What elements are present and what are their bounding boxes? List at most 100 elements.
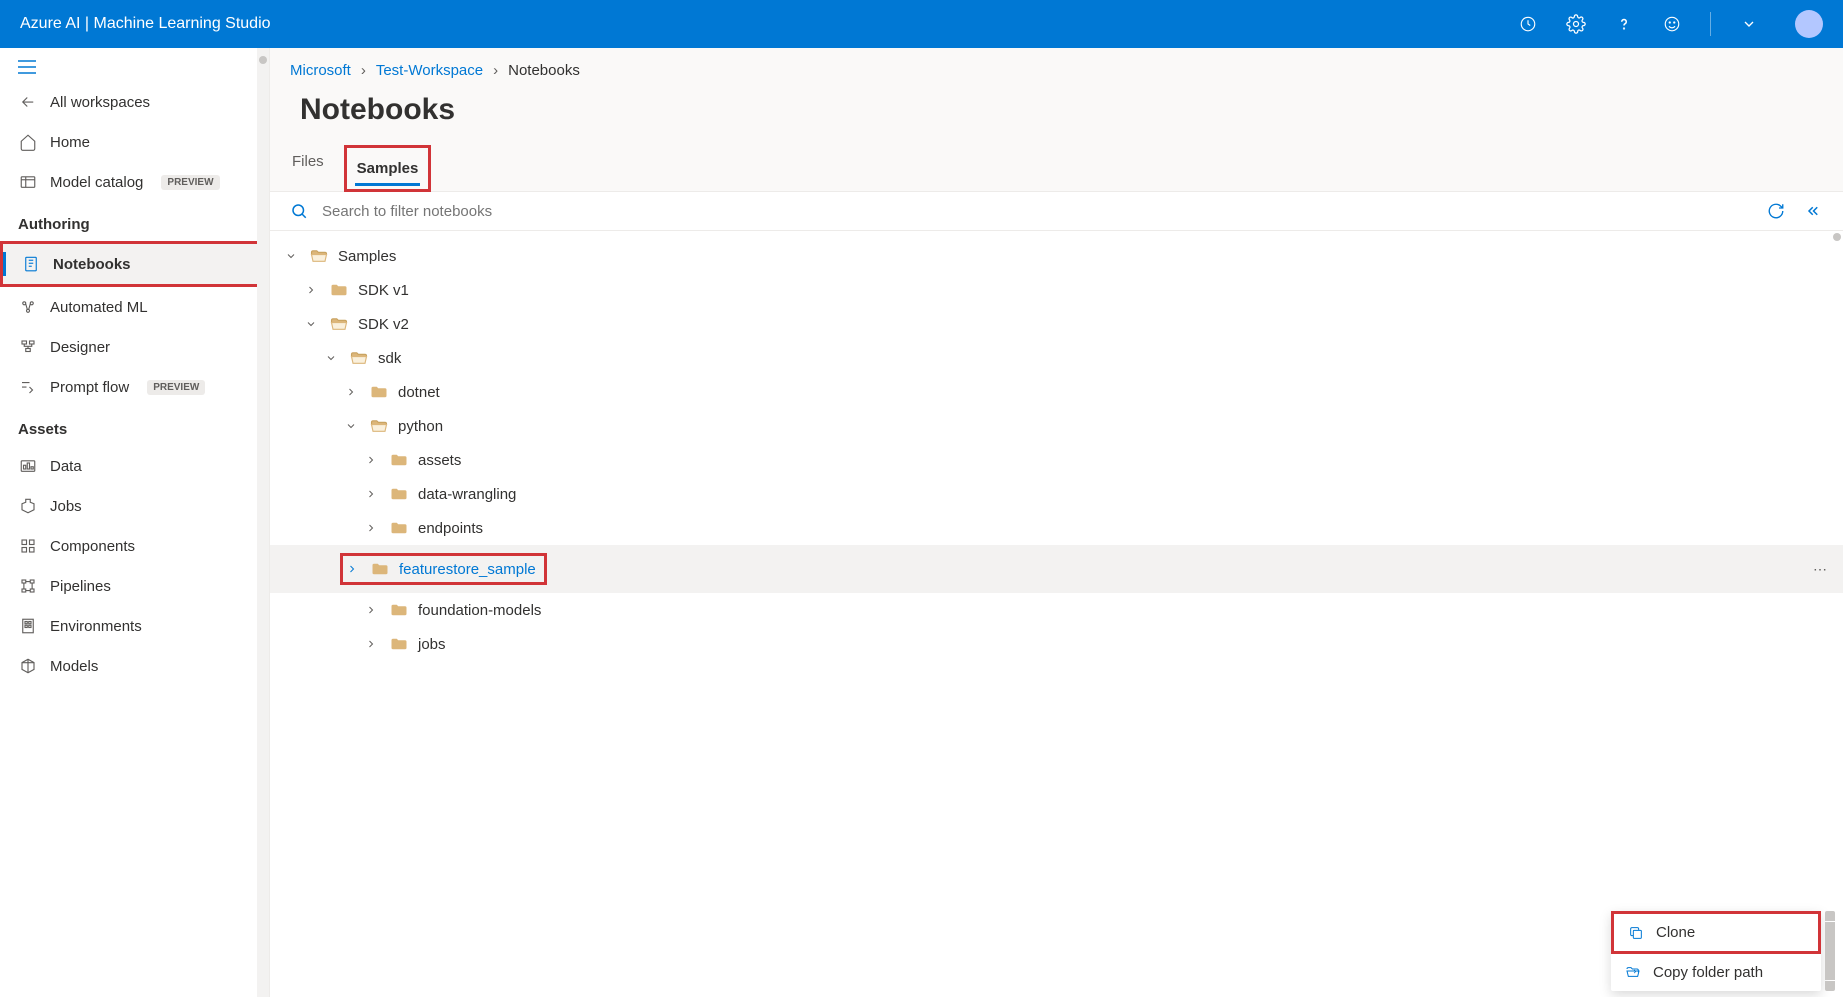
chevron-right-icon[interactable]: [362, 488, 380, 500]
sidebar-scrollbar[interactable]: [257, 48, 269, 997]
nav-notebooks[interactable]: Notebooks: [3, 244, 266, 284]
search-input[interactable]: [322, 203, 1751, 220]
search-bar: [270, 192, 1843, 231]
tree-data-wrangling[interactable]: data-wrangling: [270, 477, 1843, 511]
chevron-down-icon[interactable]: [342, 420, 360, 432]
section-authoring: Authoring: [0, 202, 269, 241]
folder-icon: [390, 635, 408, 653]
menu-scrollbar[interactable]: [1825, 911, 1835, 991]
tree-dotnet[interactable]: dotnet: [270, 375, 1843, 409]
chevron-right-icon[interactable]: [362, 522, 380, 534]
menu-copy-path[interactable]: Copy folder path: [1611, 954, 1821, 991]
models-icon: [18, 656, 38, 676]
chevron-right-icon[interactable]: [362, 454, 380, 466]
chevron-right-icon[interactable]: [362, 604, 380, 616]
nav-automated-ml[interactable]: Automated ML: [0, 287, 269, 327]
highlight-clone: Clone: [1611, 911, 1821, 954]
chevron-right-icon: ›: [361, 62, 366, 79]
data-icon: [18, 456, 38, 476]
chevron-down-icon[interactable]: [302, 318, 320, 330]
refresh-icon[interactable]: [1765, 200, 1787, 222]
tree-assets[interactable]: assets: [270, 443, 1843, 477]
folder-icon: [390, 519, 408, 537]
recent-icon[interactable]: [1518, 14, 1538, 34]
menu-label: Copy folder path: [1653, 964, 1763, 981]
breadcrumb-workspace[interactable]: Test-Workspace: [376, 62, 483, 79]
environments-icon: [18, 616, 38, 636]
tree-label: Samples: [338, 248, 396, 265]
back-arrow-icon: [18, 92, 38, 112]
nav-model-catalog[interactable]: Model catalog PREVIEW: [0, 162, 269, 202]
nav-components[interactable]: Components: [0, 526, 269, 566]
nav-prompt-flow[interactable]: Prompt flow PREVIEW: [0, 367, 269, 407]
folder-icon: [330, 281, 348, 299]
nav-label: Model catalog: [50, 174, 143, 191]
highlight-samples-tab: Samples: [344, 145, 432, 192]
section-assets: Assets: [0, 407, 269, 446]
tree-python[interactable]: python: [270, 409, 1843, 443]
chevron-right-icon[interactable]: [343, 563, 361, 575]
nav-environments[interactable]: Environments: [0, 606, 269, 646]
nav-label: Prompt flow: [50, 379, 129, 396]
nav-jobs[interactable]: Jobs: [0, 486, 269, 526]
app-title: Azure AI | Machine Learning Studio: [20, 15, 271, 33]
more-icon[interactable]: ⋯: [1813, 561, 1827, 578]
tree-featurestore-sample[interactable]: featurestore_sample ⋯: [270, 545, 1843, 593]
nav-label: Components: [50, 538, 135, 555]
preview-badge: PREVIEW: [147, 380, 205, 395]
nav-label: Automated ML: [50, 299, 148, 316]
settings-icon[interactable]: [1566, 14, 1586, 34]
chevron-right-icon: ›: [493, 62, 498, 79]
nav-models[interactable]: Models: [0, 646, 269, 686]
nav-label: Pipelines: [50, 578, 111, 595]
nav-pipelines[interactable]: Pipelines: [0, 566, 269, 606]
tree-foundation-models[interactable]: foundation-models: [270, 593, 1843, 627]
nav-data[interactable]: Data: [0, 446, 269, 486]
job-icon: [18, 496, 38, 516]
hamburger-menu[interactable]: [0, 48, 269, 82]
tree-jobs-folder[interactable]: jobs: [270, 627, 1843, 661]
nav-label: Designer: [50, 339, 110, 356]
folder-icon: [390, 451, 408, 469]
preview-badge: PREVIEW: [161, 175, 219, 190]
nav-label: Notebooks: [53, 256, 131, 273]
chevron-down-icon[interactable]: [322, 352, 340, 364]
nav-home[interactable]: Home: [0, 122, 269, 162]
folder-icon: [390, 601, 408, 619]
tabs: Files Samples: [270, 145, 1843, 192]
tree-sdk[interactable]: sdk: [270, 341, 1843, 375]
folder-open-icon: [330, 315, 348, 333]
help-icon[interactable]: [1614, 14, 1634, 34]
chevron-down-icon[interactable]: [1739, 14, 1759, 34]
tree-sdk-v2[interactable]: SDK v2: [270, 307, 1843, 341]
tab-files[interactable]: Files: [290, 145, 326, 191]
folder-icon: [370, 383, 388, 401]
tab-samples[interactable]: Samples: [355, 152, 421, 185]
chevron-right-icon[interactable]: [342, 386, 360, 398]
collapse-icon[interactable]: [1801, 200, 1823, 222]
tree-label: foundation-models: [418, 602, 541, 619]
user-avatar[interactable]: [1795, 10, 1823, 38]
chevron-down-icon[interactable]: [282, 250, 300, 262]
tree-samples[interactable]: Samples: [270, 239, 1843, 273]
nav-designer[interactable]: Designer: [0, 327, 269, 367]
nav-all-workspaces[interactable]: All workspaces: [0, 82, 269, 122]
clone-icon: [1628, 925, 1646, 941]
chevron-right-icon[interactable]: [362, 638, 380, 650]
folder-icon: [371, 560, 389, 578]
menu-clone[interactable]: Clone: [1614, 914, 1818, 951]
chevron-right-icon[interactable]: [302, 284, 320, 296]
nav-label: Data: [50, 458, 82, 475]
tree-sdk-v1[interactable]: SDK v1: [270, 273, 1843, 307]
file-tree: Samples SDK v1 SDK v2 sdk: [270, 231, 1843, 997]
tree-endpoints[interactable]: endpoints: [270, 511, 1843, 545]
nav-label: Environments: [50, 618, 142, 635]
feedback-icon[interactable]: [1662, 14, 1682, 34]
tree-label: endpoints: [418, 520, 483, 537]
menu-label: Clone: [1656, 924, 1695, 941]
breadcrumb-microsoft[interactable]: Microsoft: [290, 62, 351, 79]
page-title: Notebooks: [270, 87, 1843, 145]
pipelines-icon: [18, 576, 38, 596]
folder-open-icon: [310, 247, 328, 265]
catalog-icon: [18, 172, 38, 192]
